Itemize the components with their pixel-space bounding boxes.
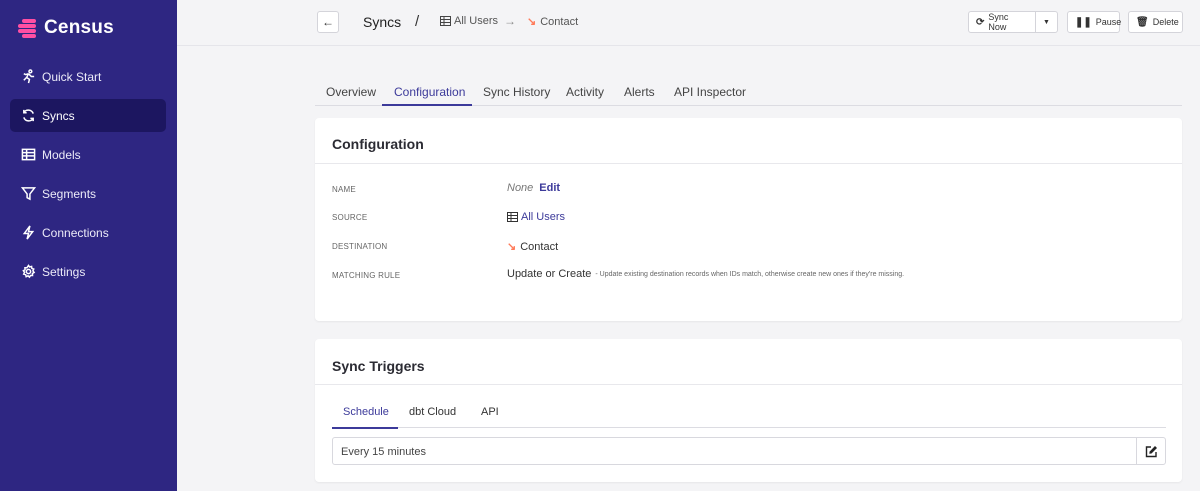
name-label: NAME bbox=[332, 185, 356, 194]
filter-icon bbox=[20, 186, 36, 202]
source-value[interactable]: All Users bbox=[507, 211, 565, 223]
matching-rule-label: MATCHING RULE bbox=[332, 271, 401, 280]
schedule-value: Every 15 minutes bbox=[341, 446, 426, 458]
tab-schedule[interactable]: Schedule bbox=[343, 406, 389, 418]
tab-api-inspector[interactable]: API Inspector bbox=[674, 85, 746, 99]
destination-value: ↘ Contact bbox=[507, 240, 559, 254]
source-label: SOURCE bbox=[332, 213, 368, 222]
page-title: Syncs bbox=[363, 14, 402, 30]
delete-label: Delete bbox=[1152, 17, 1179, 27]
edit-icon bbox=[1145, 445, 1157, 457]
sidebar-item-syncs[interactable]: Syncs bbox=[10, 99, 166, 132]
destination-text: Contact bbox=[520, 240, 559, 253]
configuration-title: Configuration bbox=[332, 136, 424, 152]
active-subtab-indicator bbox=[332, 427, 398, 429]
sidebar-item-label: Models bbox=[42, 147, 81, 162]
sidebar-item-connections[interactable]: Connections bbox=[10, 216, 166, 249]
pause-icon: ❚❚ bbox=[1075, 16, 1092, 28]
pause-label: Pause bbox=[1095, 17, 1122, 27]
configuration-card: Configuration NAME None Edit SOURCE All … bbox=[315, 118, 1182, 321]
breadcrumb-destination[interactable]: ↘ Contact bbox=[527, 15, 579, 29]
sidebar-item-segments[interactable]: Segments bbox=[10, 177, 166, 210]
caret-down-icon: ▼ bbox=[1043, 18, 1050, 26]
sync-triggers-title: Sync Triggers bbox=[332, 358, 425, 374]
table-icon bbox=[440, 16, 451, 26]
breadcrumb-source-label: All Users bbox=[454, 15, 499, 27]
sidebar-item-label: Segments bbox=[42, 186, 97, 201]
table-icon bbox=[20, 147, 36, 163]
sync-options-dropdown[interactable]: ▼ bbox=[1035, 11, 1058, 33]
divider bbox=[315, 384, 1182, 385]
sync-icon bbox=[20, 108, 36, 124]
census-logo-icon bbox=[16, 16, 38, 40]
breadcrumb-separator: / bbox=[415, 13, 420, 30]
matching-rule-text: Update or Create bbox=[507, 268, 592, 280]
census-logo[interactable]: Census bbox=[16, 16, 114, 40]
breadcrumb-source[interactable]: All Users bbox=[440, 15, 498, 27]
sidebar-item-settings[interactable]: Settings bbox=[10, 255, 166, 288]
hubspot-icon: ↘ bbox=[527, 16, 537, 28]
sidebar-item-models[interactable]: Models bbox=[10, 138, 166, 171]
schedule-field: Every 15 minutes bbox=[332, 437, 1166, 465]
hubspot-icon: ↘ bbox=[507, 241, 517, 253]
trash-icon: 🗑 bbox=[1136, 16, 1149, 28]
edit-name-link[interactable]: Edit bbox=[539, 182, 560, 194]
bolt-icon bbox=[20, 225, 36, 241]
tab-api[interactable]: API bbox=[481, 406, 499, 418]
sidebar-item-quick-start[interactable]: Quick Start bbox=[10, 60, 166, 93]
edit-schedule-button[interactable] bbox=[1136, 438, 1165, 464]
sync-now-label: Sync Now bbox=[988, 12, 1009, 32]
pause-button[interactable]: ❚❚ Pause bbox=[1067, 11, 1122, 33]
destination-label: DESTINATION bbox=[332, 242, 388, 251]
run-icon bbox=[20, 69, 36, 85]
sidebar-item-label: Settings bbox=[42, 264, 86, 279]
sync-triggers-card: Sync Triggers Schedule dbt Cloud API Eve… bbox=[315, 339, 1182, 482]
gear-icon bbox=[20, 264, 36, 280]
arrow-left-icon: ← bbox=[322, 15, 334, 29]
sync-now-button[interactable]: ⟳ Sync Now bbox=[968, 11, 1036, 33]
sidebar-item-label: Syncs bbox=[42, 108, 75, 123]
sidebar: Census Quick Start Syncs Models Segments bbox=[0, 0, 177, 491]
back-button[interactable]: ← bbox=[317, 11, 339, 33]
sidebar-item-label: Quick Start bbox=[42, 69, 102, 84]
page-header: ← Syncs / All Users → ↘ Contact ⟳ Sync N… bbox=[177, 0, 1200, 46]
divider bbox=[315, 163, 1182, 164]
tab-sync-history[interactable]: Sync History bbox=[483, 85, 550, 99]
name-value: None Edit bbox=[507, 182, 560, 194]
tab-dbt-cloud[interactable]: dbt Cloud bbox=[409, 406, 456, 418]
sidebar-item-label: Connections bbox=[42, 225, 109, 240]
refresh-icon: ⟳ bbox=[976, 16, 985, 28]
active-tab-indicator bbox=[382, 104, 472, 106]
tab-alerts[interactable]: Alerts bbox=[624, 85, 655, 99]
tab-activity[interactable]: Activity bbox=[566, 85, 604, 99]
name-value-text: None bbox=[507, 182, 534, 194]
app-name: Census bbox=[44, 17, 114, 38]
table-icon bbox=[507, 212, 518, 222]
tab-configuration[interactable]: Configuration bbox=[394, 85, 465, 99]
source-link[interactable]: All Users bbox=[521, 211, 565, 223]
matching-rule-description: - Update existing destination records wh… bbox=[595, 270, 905, 278]
sidebar-nav: Quick Start Syncs Models Segments Connec… bbox=[10, 60, 166, 294]
delete-button[interactable]: 🗑 Delete bbox=[1128, 11, 1183, 33]
tab-overview[interactable]: Overview bbox=[326, 85, 376, 99]
arrow-right-icon: → bbox=[504, 14, 516, 28]
trigger-tabs: Schedule dbt Cloud API bbox=[332, 406, 1166, 429]
breadcrumb-destination-label: Contact bbox=[540, 15, 579, 28]
sync-tabs: Overview Configuration Sync History Acti… bbox=[315, 78, 1182, 106]
matching-rule-value: Update or Create - Update existing desti… bbox=[507, 268, 904, 280]
